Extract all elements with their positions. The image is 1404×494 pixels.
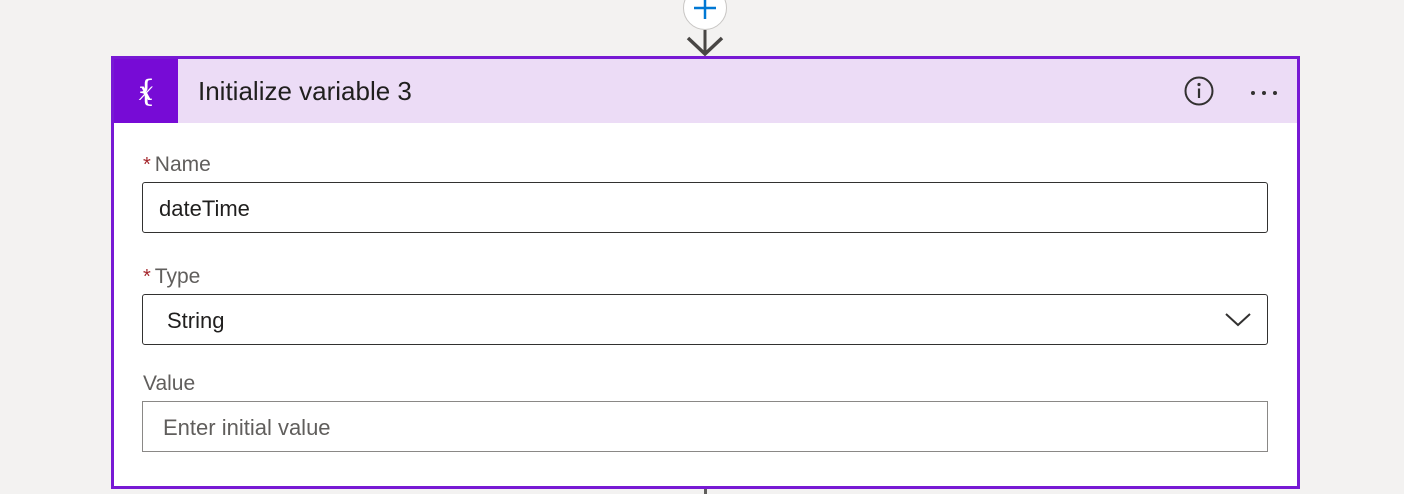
value-label: Value — [143, 372, 196, 395]
type-dropdown[interactable]: String — [142, 294, 1268, 345]
value-input[interactable]: Enter initial value — [142, 401, 1268, 452]
card-title: Initialize variable 3 — [198, 76, 412, 106]
initialize-variable-card: { x Initialize variable 3 * Name dateTime… — [111, 56, 1300, 489]
variable-icon: { x — [114, 59, 178, 123]
required-marker: * — [143, 266, 151, 288]
info-icon[interactable] — [1183, 75, 1215, 107]
value-input-placeholder: Enter initial value — [163, 415, 331, 440]
card-header[interactable]: { x Initialize variable 3 — [114, 59, 1297, 123]
type-label-text: Type — [154, 265, 201, 288]
name-label: * Name — [143, 153, 211, 177]
arrow-down-icon — [686, 30, 724, 57]
plus-icon — [694, 0, 716, 19]
svg-text:x: x — [139, 77, 154, 107]
name-input[interactable]: dateTime — [142, 182, 1268, 233]
more-options-icon[interactable] — [1244, 75, 1284, 107]
add-step-button[interactable] — [683, 0, 727, 30]
type-label: * Type — [143, 265, 200, 289]
type-dropdown-value: String — [167, 308, 225, 333]
name-label-text: Name — [154, 153, 211, 176]
required-marker: * — [143, 154, 151, 176]
chevron-down-icon — [1225, 313, 1251, 327]
name-input-value: dateTime — [159, 196, 250, 221]
